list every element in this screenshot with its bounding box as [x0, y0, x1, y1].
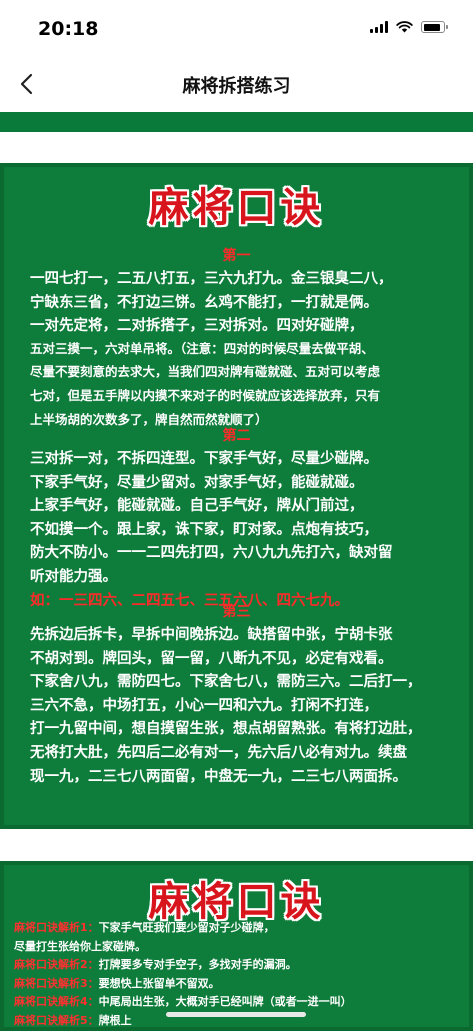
mnemonic-line: 三六不急，中场打五，小心一四和六九。打闲不打连， — [30, 697, 378, 714]
section-heading: 第一 — [222, 248, 251, 264]
page-title: 麻将拆搭练习 — [182, 76, 291, 97]
mnemonic-line: 一对先定将，二对拆搭子，三对拆对。四对好碰牌， — [30, 318, 364, 335]
analysis-label: 麻将口诀解析3： — [14, 976, 99, 990]
mnemonic-line: 防大不防小。一一二四先打四，六八九九先打六，缺对留 — [30, 545, 393, 562]
status-icons — [370, 21, 448, 33]
analysis-text: 下家手气旺我们要少留对子少碰牌， — [98, 921, 275, 934]
analysis-label: 麻将口诀解析1： — [14, 921, 99, 934]
status-bar: 20:18 — [0, 0, 473, 56]
mnemonic-line: 听对能力强。 — [30, 569, 117, 585]
mnemonic-line: 打一九留中间，想自摸留生张，想点胡留熟张。有将打边肚， — [30, 721, 422, 738]
battery-icon — [421, 21, 448, 33]
mnemonic-line: 下家舍八九，需防四七。下家舍七八，需防三六。二后打一， — [30, 674, 422, 691]
section-heading: 第三 — [222, 604, 251, 620]
analysis-text: 打牌要多专对手空子，多找对手的漏洞。 — [98, 958, 297, 971]
analysis-text: 牌根上 — [98, 1013, 132, 1027]
mnemonic-card: 麻将口诀 第一一四七打一，二五八打五，三六九打九。金三银臭二八， 宁缺东三省，不打… — [0, 160, 473, 829]
mnemonic-line: 先拆边后拆卡，早拆中间晚拆边。缺搭留中张，宁胡卡张 — [30, 627, 393, 643]
mnemonic-line: 宁缺东三省，不打边三饼。幺鸡不能打，一打就是俩。 — [30, 294, 378, 311]
status-time: 20:18 — [38, 18, 99, 40]
analysis-line: 麻将口诀解析3：要想快上张留单不留双。 — [14, 975, 220, 991]
mnemonic-line: 现一九，二三七八两面留，中盘无一九，二三七八两面拆。 — [30, 768, 407, 785]
analysis-line: 麻将口诀解析5：牌根上 — [14, 1012, 132, 1028]
mnemonic-line: 五对三摸一，六对单吊将。（注意：四对的时候尽量去做平胡、 — [30, 340, 374, 356]
analysis-line: 尽量打生张给你上家碰牌。 — [14, 938, 146, 954]
cellular-signal-icon — [370, 21, 388, 33]
mnemonic-line: 无将打大肚，先四后二必有对一，先六后八必有对九。续盘 — [30, 745, 407, 761]
mnemonic-line: 尽量不要刻意的去求大，当我们四对牌有碰就碰、五对可以考虑 — [30, 364, 381, 380]
mnemonic-line: 七对，但是五手牌以内摸不来对子的时候就应该选择放弃，只有 — [30, 388, 381, 403]
analysis-label: 麻将口诀解析4： — [14, 995, 99, 1008]
analysis-text: 要想快上张留单不留双。 — [98, 976, 220, 990]
analysis-line: 麻将口诀解析1：下家手气旺我们要少留对子少碰牌， — [14, 919, 275, 935]
analysis-card: 麻将口诀 麻将口诀解析1：下家手气旺我们要少留对子少碰牌， 尽量打生张给你上家碰牌… — [0, 858, 473, 1031]
analysis-text: 尽量打生张给你上家碰牌。 — [14, 939, 146, 953]
analysis-line: 麻将口诀解析4：中尾局出生张，大概对手已经叫牌（或者一进一叫） — [14, 993, 352, 1009]
mnemonic-line: 上家手气好，能碰就碰。自己手气好，牌从门前过， — [30, 498, 364, 515]
analysis-text: 中尾局出生张，大概对手已经叫牌（或者一进一叫） — [98, 995, 352, 1008]
section-heading: 第二 — [222, 428, 251, 444]
analysis-label: 麻将口诀解析2： — [14, 958, 99, 971]
analysis-label: 麻将口诀解析5： — [14, 1013, 99, 1027]
nav-bar: 麻将拆搭练习 — [0, 56, 473, 112]
mnemonic-line: 不如摸一个。跟上家，诛下家，盯对家。点炮有技巧， — [30, 521, 378, 538]
home-indicator[interactable] — [166, 1012, 306, 1017]
wifi-icon — [396, 21, 413, 33]
analysis-line: 麻将口诀解析2：打牌要多专对手空子，多找对手的漏洞。 — [14, 956, 297, 972]
content-top-band — [0, 112, 473, 132]
mnemonic-line: 下家手气好，尽量少留对。对家手气好，能碰就碰。 — [30, 474, 364, 491]
mnemonic-line: 三对拆一对，不拆四连型。下家手气好，尽量少碰牌。 — [30, 451, 378, 467]
card-title: 麻将口诀 — [148, 184, 325, 231]
mnemonic-line: 一四七打一，二五八打五，三六九打九。金三银臭二八， — [30, 271, 393, 287]
mnemonic-line: 不胡对到。牌回头，留一留，八断九不见，必定有戏看。 — [30, 650, 393, 667]
